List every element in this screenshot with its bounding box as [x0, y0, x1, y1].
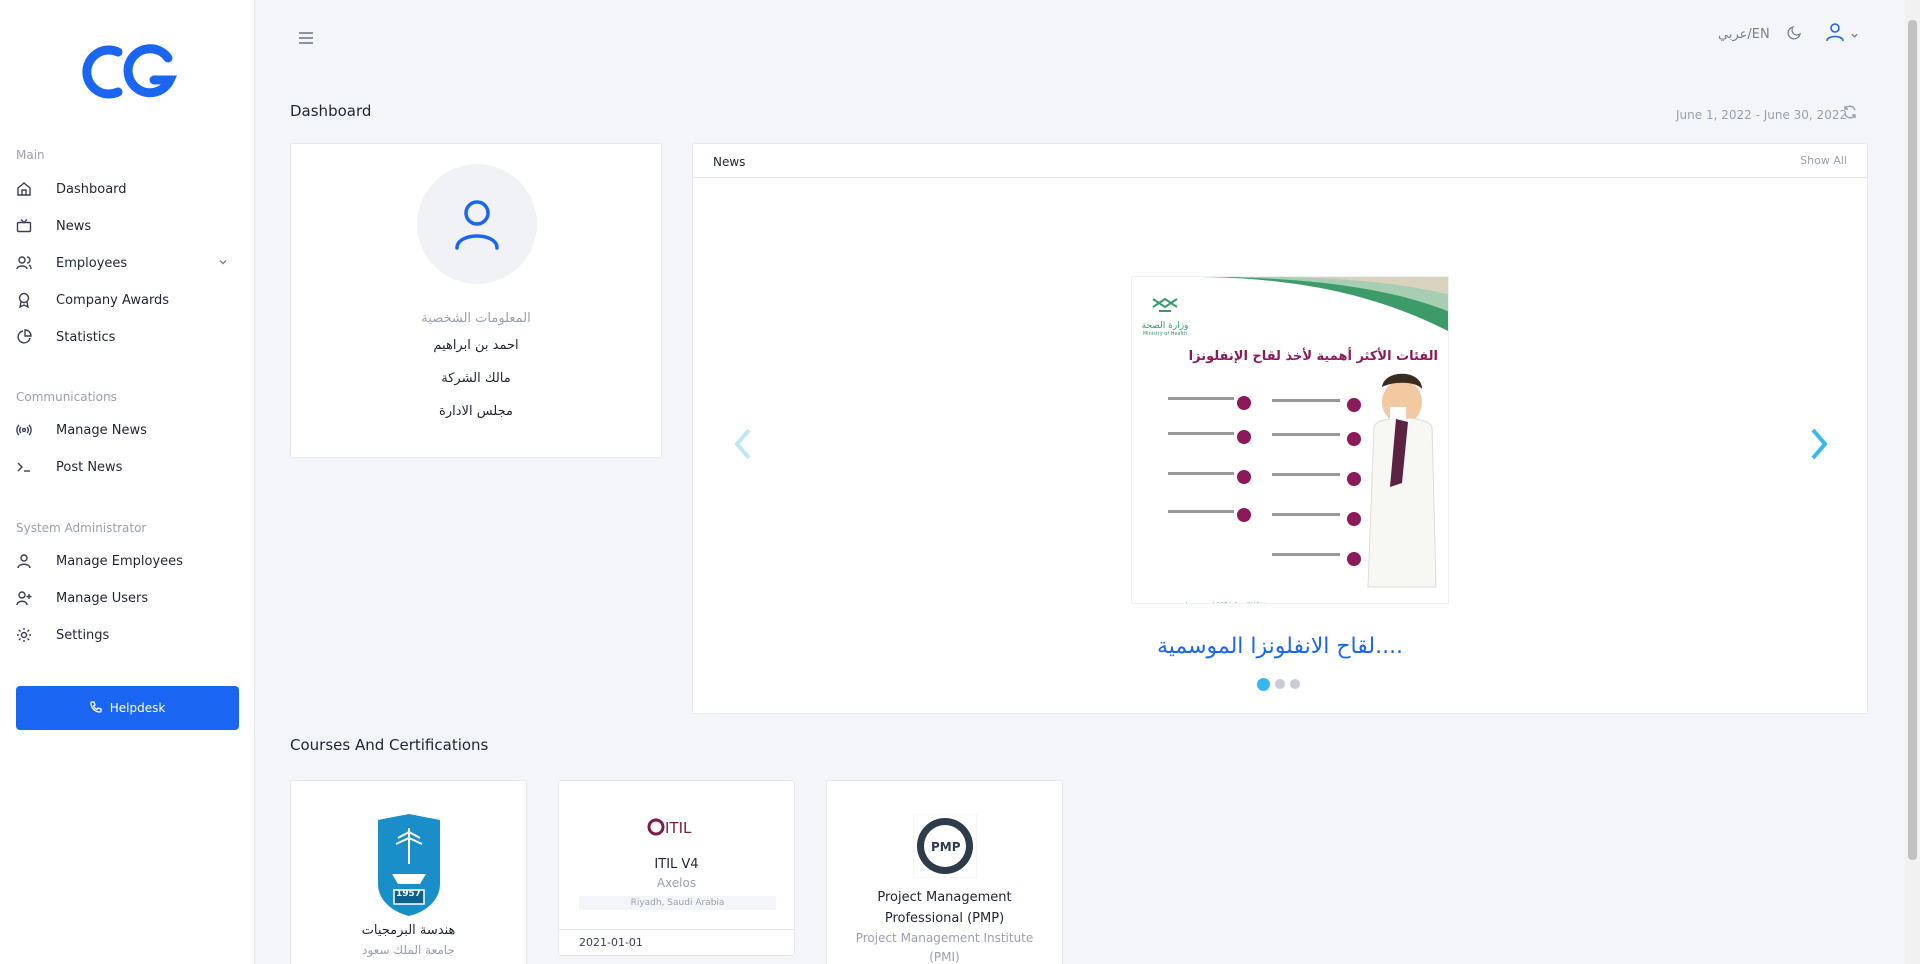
course-card[interactable]: ITIL ITIL V4 Axelos Riyadh, Saudi Arabia…	[558, 780, 795, 956]
course-org: Project Management Institute (PMI)	[855, 931, 1034, 964]
news-title: News	[713, 155, 746, 169]
section-main: Main	[16, 148, 45, 162]
sidebar-item-label: Manage Users	[56, 590, 149, 606]
user-icon	[16, 551, 40, 571]
course-name: Project Management Professional (PMP)	[877, 890, 1012, 926]
sidebar: Main Dashboard News Employees Company Aw…	[0, 0, 255, 964]
sidebar-item-manage-employees[interactable]: Manage Employees	[16, 546, 238, 576]
avatar	[417, 164, 537, 284]
course-card[interactable]: 1957 هندسة البرمجيات جامعة الملك سعود	[290, 780, 527, 964]
news-header: News Show All	[693, 144, 1867, 178]
language-switch[interactable]: عربي/EN	[1718, 27, 1770, 42]
sidebar-item-dashboard[interactable]: Dashboard	[16, 174, 238, 204]
course-location: Riyadh, Saudi Arabia	[579, 896, 776, 910]
course-name: ITIL V4	[654, 857, 699, 872]
sidebar-item-manage-users[interactable]: Manage Users	[16, 583, 238, 613]
tv-icon	[16, 216, 40, 236]
itil-logo: ITIL	[647, 817, 707, 837]
course-org: Axelos	[656, 876, 697, 890]
user-icon	[455, 200, 499, 250]
course-org: جامعة الملك سعود	[362, 943, 455, 957]
svg-text:www.moh.gov.sa | 937 | SaudiMO: www.moh.gov.sa | 937 | SaudiMOH	[1160, 602, 1265, 604]
gear-icon	[16, 625, 40, 645]
sidebar-item-label: Statistics	[56, 329, 116, 345]
carousel-prev-button[interactable]	[727, 424, 759, 464]
svg-text:PMP: PMP	[931, 840, 961, 854]
carousel-dot-1[interactable]	[1257, 678, 1270, 691]
users-icon	[16, 253, 40, 273]
sidebar-item-label: Post News	[56, 459, 123, 475]
profile-name: احمد بن ابراهيم	[433, 338, 519, 353]
course-card[interactable]: PMP Project Management Professional (PMP…	[826, 780, 1063, 964]
course-date: 2021-01-01	[559, 929, 794, 957]
news-slide-image[interactable]: www.moh.gov.sa | 937 | SaudiMOH وزارة ال…	[1131, 276, 1449, 604]
sidebar-item-label: Company Awards	[56, 292, 170, 308]
date-range-picker[interactable]: June 1, 2022 - June 30, 2022	[1676, 108, 1847, 122]
ministry-name: وزارة الصحة	[1141, 321, 1189, 331]
profile-card: المعلومات الشخصية احمد بن ابراهيم مالك ا…	[290, 143, 662, 458]
slide-title: الفئات الأكثر أهمية لأخذ لقاح الإنفلونزا	[1188, 349, 1438, 364]
ksu-logo-year: 1957	[395, 889, 422, 899]
carousel-next-button[interactable]	[1803, 424, 1835, 464]
ksu-logo: 1957	[376, 814, 442, 916]
sidebar-item-label: Dashboard	[56, 181, 127, 197]
sidebar-item-statistics[interactable]: Statistics	[16, 322, 238, 352]
section-communications: Communications	[16, 390, 117, 404]
menu-toggle-button[interactable]	[298, 30, 318, 46]
sidebar-item-label: Employees	[56, 255, 128, 271]
scrollbar-thumb[interactable]	[1908, 20, 1917, 860]
sidebar-item-news[interactable]: News	[16, 211, 238, 241]
pmp-logo: PMP	[912, 813, 977, 879]
chevron-left-icon	[734, 428, 751, 460]
hamburger-icon	[299, 32, 313, 44]
sidebar-item-label: Manage News	[56, 422, 147, 438]
phone-icon	[90, 700, 102, 716]
carousel-dot-2[interactable]	[1275, 679, 1285, 689]
refresh-icon[interactable]	[1842, 104, 1860, 122]
sidebar-item-post-news[interactable]: Post News	[16, 452, 238, 482]
ministry-emblem-icon	[1152, 297, 1178, 312]
slide-caption[interactable]: ....لقاح الانفلونزا الموسمية	[693, 634, 1867, 659]
sidebar-item-company-awards[interactable]: Company Awards	[16, 285, 238, 315]
helpdesk-label: Helpdesk	[109, 701, 166, 715]
award-icon	[16, 290, 40, 310]
page-scrollbar[interactable]	[1905, 0, 1920, 964]
svg-text:ITIL: ITIL	[665, 819, 692, 837]
profile-role: مالك الشركة	[441, 371, 511, 386]
profile-board: مجلس الادارة	[439, 404, 513, 419]
ministry-name-en: Ministry of Health	[1142, 331, 1188, 337]
broadcast-icon	[16, 420, 40, 440]
ministry-logo: وزارة الصحة Ministry of Health	[1140, 295, 1190, 337]
sidebar-item-settings[interactable]: Settings	[16, 620, 238, 650]
helpdesk-button[interactable]: Helpdesk	[16, 686, 239, 730]
sidebar-item-label: News	[56, 218, 92, 234]
sidebar-item-label: Settings	[56, 627, 110, 643]
company-logo[interactable]	[78, 40, 178, 105]
show-all-link[interactable]: Show All	[1800, 154, 1847, 167]
courses-section-title: Courses And Certifications	[290, 736, 489, 754]
profile-section-label: المعلومات الشخصية	[421, 311, 531, 326]
chevron-right-icon	[1811, 428, 1828, 460]
news-card: News Show All www.moh.gov.sa	[692, 143, 1868, 714]
chevron-down-icon	[1850, 25, 1859, 44]
home-icon	[16, 179, 40, 199]
terminal-icon	[16, 457, 40, 477]
moon-icon[interactable]	[1787, 24, 1807, 44]
sidebar-item-label: Manage Employees	[56, 553, 183, 569]
carousel-indicators	[1257, 678, 1300, 691]
sidebar-item-manage-news[interactable]: Manage News	[16, 415, 238, 445]
sidebar-item-employees[interactable]: Employees	[16, 248, 238, 278]
chevron-down-icon[interactable]	[218, 256, 228, 271]
user-menu[interactable]	[1826, 23, 1870, 45]
section-system-administrator: System Administrator	[16, 521, 147, 535]
user-plus-icon	[16, 588, 40, 608]
pie-chart-icon	[16, 327, 40, 347]
carousel-dot-3[interactable]	[1290, 679, 1300, 689]
course-name: هندسة البرمجيات	[361, 923, 456, 938]
page-title: Dashboard	[290, 102, 372, 120]
user-icon	[1826, 22, 1844, 46]
